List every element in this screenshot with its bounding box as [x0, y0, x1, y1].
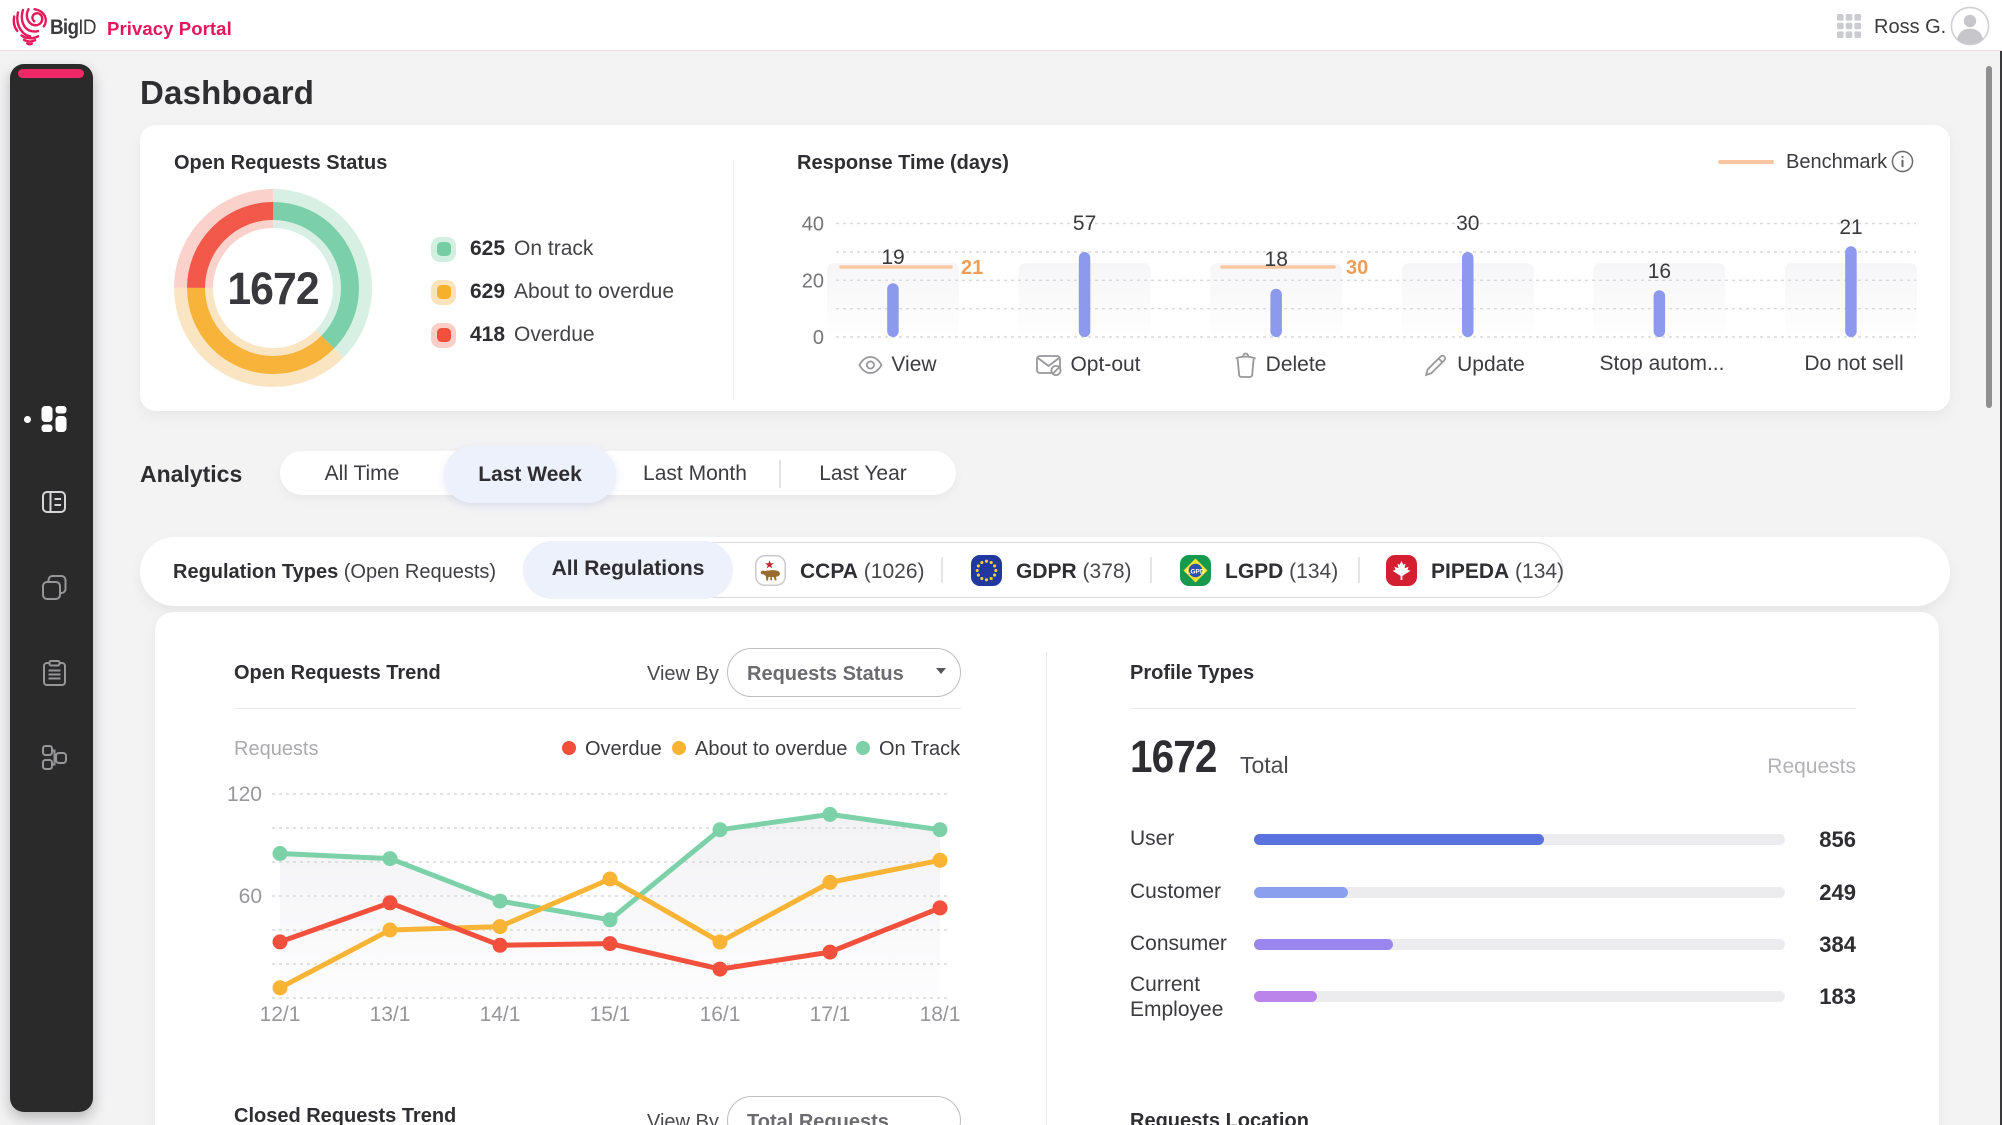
svg-text:19: 19 [881, 246, 904, 269]
svg-text:60: 60 [239, 885, 262, 908]
svg-text:12/1: 12/1 [260, 1003, 301, 1026]
svg-text:13/1: 13/1 [370, 1003, 411, 1026]
svg-text:15/1: 15/1 [590, 1003, 631, 1026]
svg-text:16: 16 [1648, 260, 1671, 283]
svg-text:30: 30 [1346, 257, 1368, 279]
svg-text:LGPD: LGPD [1186, 568, 1204, 575]
svg-text:40: 40 [802, 214, 824, 236]
svg-text:18: 18 [1265, 248, 1288, 271]
svg-text:21: 21 [1839, 216, 1862, 239]
svg-text:57: 57 [1073, 212, 1096, 235]
svg-text:20: 20 [802, 270, 824, 292]
svg-text:0: 0 [813, 327, 824, 349]
svg-text:17/1: 17/1 [810, 1003, 851, 1026]
svg-text:18/1: 18/1 [920, 1003, 961, 1026]
svg-text:14/1: 14/1 [480, 1003, 521, 1026]
svg-text:21: 21 [961, 257, 983, 279]
svg-text:120: 120 [227, 783, 262, 806]
svg-text:30: 30 [1456, 212, 1479, 235]
svg-text:16/1: 16/1 [700, 1003, 741, 1026]
